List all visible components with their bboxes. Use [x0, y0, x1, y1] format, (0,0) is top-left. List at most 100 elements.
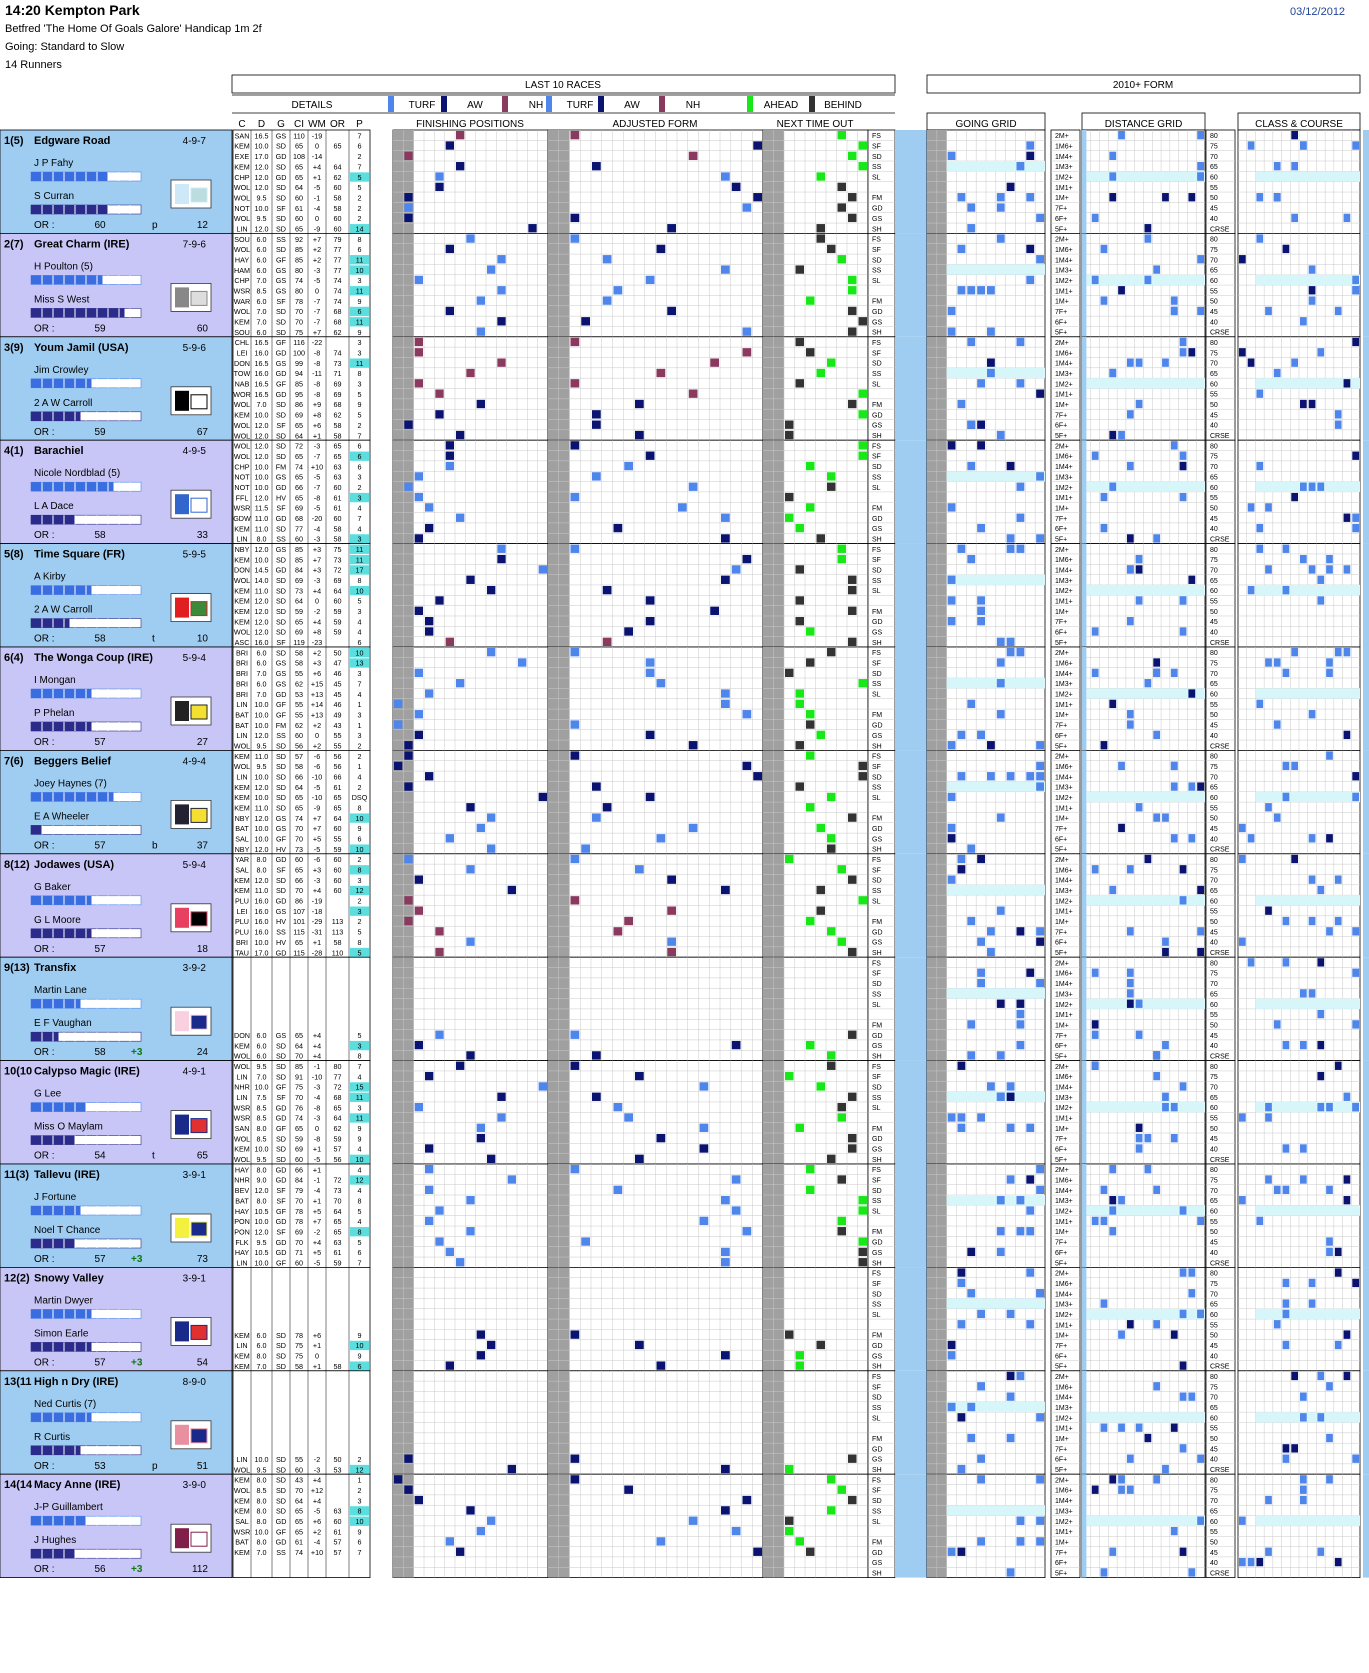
- form-cell-p: 3: [358, 1496, 362, 1505]
- form-cell-c: LIN: [236, 224, 247, 233]
- runner-row: 4(1) Barachiel 4-9-5Nicole Nordblad (5)L A…: [0, 439, 1369, 545]
- form-cell-ci: 85: [295, 245, 303, 254]
- finishing-mark: [445, 1361, 454, 1370]
- form-cell-c: WSR: [234, 287, 251, 296]
- finishing-mark: [414, 906, 423, 915]
- form-cell-g: SD: [276, 1052, 286, 1061]
- form-cell-c: KEM: [234, 752, 250, 761]
- class-label-col-cell: 40: [1210, 1457, 1218, 1464]
- form-cell-ci: 85: [295, 555, 303, 564]
- distance-label-col-cell: 6F+: [1055, 630, 1067, 637]
- class-grid-mark: [1352, 286, 1359, 295]
- nto-mark: [785, 430, 794, 440]
- form-cell-d: 11.0: [255, 752, 268, 761]
- class-grid-mark: [1265, 658, 1272, 667]
- silk-cap: [190, 1428, 208, 1444]
- distance-grid-mark: [1135, 399, 1143, 409]
- runner-number: 14(14: [4, 1479, 33, 1491]
- form-cell-or: 65: [334, 804, 342, 813]
- going-label-col-cell: SD: [872, 774, 882, 781]
- form-cell-ci: 68: [295, 514, 303, 523]
- legend-label-ahead: AHEAD: [764, 100, 798, 111]
- going-grid-mark: [1016, 162, 1025, 171]
- form-cell-or: 59: [334, 628, 342, 637]
- legend-swatch-turf: [388, 96, 394, 112]
- going-label-col-cell: FM: [872, 1333, 882, 1340]
- nto-mark: [848, 193, 857, 202]
- class-label-col-cell: CRSE: [1210, 950, 1230, 957]
- distance-grid-mark: [1162, 813, 1169, 822]
- runner-name: High n Dry (IRE): [34, 1376, 119, 1388]
- adjusted-mark: [570, 854, 580, 864]
- going-label-col-cell: SH: [872, 536, 882, 543]
- finishing-mark: [425, 1216, 434, 1226]
- going-grid-mark: [957, 865, 966, 874]
- adjusted-mark: [742, 1227, 752, 1236]
- form-cell-ci: 59: [295, 607, 303, 616]
- class-grid-mark: [1334, 1340, 1342, 1350]
- distance-label-col-cell: 1M3+: [1055, 371, 1073, 378]
- adjusted-mark: [721, 885, 730, 895]
- form-cell-c: SAN: [235, 131, 250, 140]
- form-cell-c: PLU: [235, 928, 249, 937]
- nto-mark: [816, 730, 825, 740]
- class-label-col-cell: 60: [1210, 795, 1218, 802]
- form-cell-d: 8.0: [257, 535, 267, 544]
- form-cell-p: 10: [356, 845, 364, 854]
- going-label-col-cell: SL: [872, 898, 881, 905]
- form-cell-p: 2: [358, 1455, 362, 1464]
- adjusted-mark: [721, 1196, 730, 1205]
- class-label-col-cell: 45: [1210, 1240, 1218, 1247]
- form-board: LAST 10 RACES 2010+ FORMDETAILS TURF AW NH TU…: [0, 74, 1369, 1578]
- form-cell-or: 65: [334, 452, 342, 461]
- class-grid-mark: [1239, 1196, 1246, 1205]
- distance-label-col-cell: 1M2+: [1055, 692, 1073, 699]
- form-cell-wm: +1: [313, 1196, 321, 1205]
- adjusted-mark: [624, 461, 633, 471]
- form-cell-g: GF: [276, 835, 287, 844]
- going-grid-mark: [967, 916, 976, 926]
- distance-grid-mark: [1162, 1464, 1169, 1474]
- going-grid-mark: [967, 286, 976, 295]
- runner-jockey: J P Fahy: [34, 158, 73, 169]
- class-label-col-cell: 60: [1210, 1312, 1218, 1319]
- form-cell-c: LIN: [236, 1072, 247, 1081]
- going-label-col-cell: FS: [872, 1064, 881, 1071]
- form-cell-p: 1: [358, 762, 362, 771]
- distance-label-col-cell: 1M6+: [1055, 867, 1073, 874]
- nto-mark: [795, 689, 804, 698]
- runner-number: 8(12): [4, 859, 30, 871]
- distance-grid-mark: [1179, 896, 1187, 905]
- finishing-mark: [497, 317, 506, 326]
- class-label-col-cell: 50: [1210, 1229, 1218, 1236]
- legend-label-nh: NH: [529, 100, 543, 111]
- class-label-col-cell: 40: [1210, 216, 1218, 223]
- form-cell-g: SD: [276, 752, 286, 761]
- form-cell-ci: 70: [295, 824, 303, 833]
- form-cell-c: SAL: [235, 866, 249, 875]
- form-cell-ci: 65: [295, 142, 303, 151]
- finishing-mark: [404, 151, 413, 161]
- distance-grid-mark: [1170, 1133, 1178, 1143]
- silk-body: [175, 184, 189, 204]
- runner-name: Time Square (FR): [34, 549, 125, 561]
- going-grid-mark: [1026, 1268, 1035, 1277]
- class-label-col-cell: 60: [1210, 1002, 1218, 1009]
- form-cell-c: WOL: [234, 421, 250, 430]
- form-cell-p: 4: [358, 1165, 362, 1174]
- class-grid-mark: [1273, 1320, 1281, 1329]
- form-cell-d: 10.0: [255, 700, 269, 709]
- finishing-mark: [487, 265, 496, 274]
- class-label-col-cell: 55: [1210, 495, 1218, 502]
- class-grid-mark: [1343, 1371, 1351, 1381]
- form-cell-c: KEM: [234, 411, 250, 420]
- form-cell-g: SD: [276, 783, 286, 792]
- going-label-col-cell: SF: [872, 454, 881, 461]
- class-grid-mark: [1317, 1371, 1325, 1381]
- distance-grid-mark: [1179, 1361, 1187, 1370]
- finishing-mark: [435, 947, 444, 957]
- going-label-col-cell: GS: [872, 1353, 882, 1360]
- form-cell-or: 60: [334, 483, 342, 492]
- finishing-mark: [487, 813, 496, 822]
- form-cell-d: 12.0: [255, 876, 269, 885]
